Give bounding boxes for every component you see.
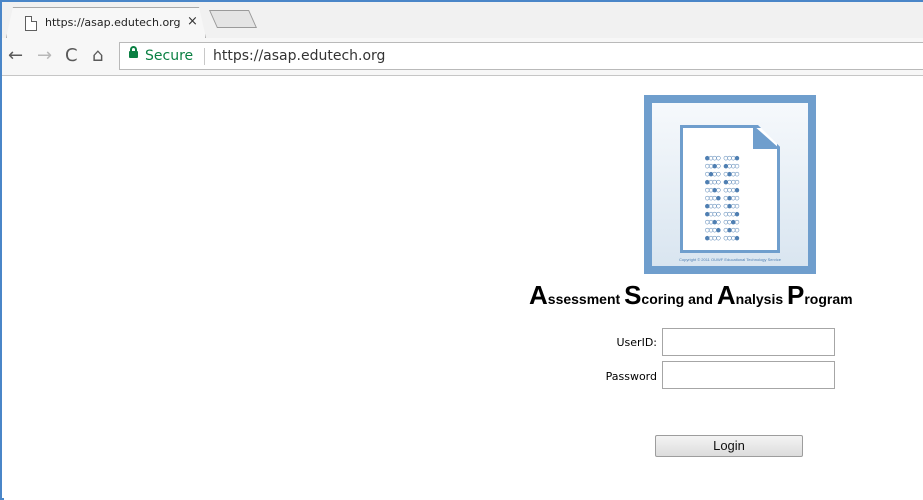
password-input[interactable] <box>662 361 835 389</box>
userid-label: UserID: <box>616 336 658 349</box>
lock-icon[interactable] <box>129 46 138 58</box>
tab-strip: https://asap.edutech.org × <box>2 2 923 38</box>
close-icon[interactable]: × <box>187 14 198 29</box>
asap-logo: ●○○○ ○○○● ○○●○ ●○○○ ○●○○ ○●○○ ●○○○ ●○○○ ○○●○… <box>644 95 816 274</box>
logo-background: ●○○○ ○○○● ○○●○ ●○○○ ○●○○ ○●○○ ●○○○ ●○○○ ○○●○… <box>652 103 808 266</box>
new-tab-button[interactable] <box>208 10 258 28</box>
url-text[interactable]: https://asap.edutech.org <box>213 48 385 64</box>
page-icon <box>25 16 37 31</box>
browser-window: https://asap.edutech.org × ← → C ⌂ Secur… <box>0 0 923 500</box>
title-initial: S <box>624 280 642 310</box>
back-arrow-icon[interactable]: ← <box>8 46 23 66</box>
page-content: ●○○○ ○○○● ○○●○ ●○○○ ○●○○ ○●○○ ●○○○ ●○○○ ○○●○… <box>4 77 923 500</box>
title-initial: P <box>787 280 805 310</box>
address-bar[interactable]: Secure https://asap.edutech.org <box>119 42 923 70</box>
bubble-grid: ●○○○ ○○○● ○○●○ ●○○○ ○●○○ ○●○○ ●○○○ ●○○○ ○○●○… <box>705 154 763 242</box>
title-word-rest: coring and <box>641 291 717 307</box>
browser-toolbar: ← → C ⌂ Secure https://asap.edutech.org <box>2 38 923 76</box>
title-initial: A <box>529 280 548 310</box>
browser-tab[interactable]: https://asap.edutech.org × <box>6 7 206 38</box>
forward-arrow-icon[interactable]: → <box>37 46 52 66</box>
logo-copyright: Copyright © 2011 OUWF Educational Techno… <box>679 257 781 262</box>
bubble-row: ●○○○ ○○○● <box>705 233 739 242</box>
reload-icon[interactable]: C <box>65 46 78 66</box>
title-initial: A <box>716 280 736 310</box>
title-word-rest: ssessment <box>547 291 625 307</box>
page-title: Assessment Scoring and Analysis Program <box>529 280 853 311</box>
title-word-rest: rogram <box>804 291 853 307</box>
tab-title: https://asap.edutech.org <box>45 16 181 29</box>
password-label: Password <box>605 370 657 383</box>
title-word-rest: nalysis <box>735 291 788 307</box>
login-button[interactable]: Login <box>655 435 803 457</box>
address-divider <box>204 48 205 65</box>
home-icon[interactable]: ⌂ <box>92 46 103 66</box>
userid-input[interactable] <box>662 328 835 356</box>
secure-label[interactable]: Secure <box>145 48 193 64</box>
